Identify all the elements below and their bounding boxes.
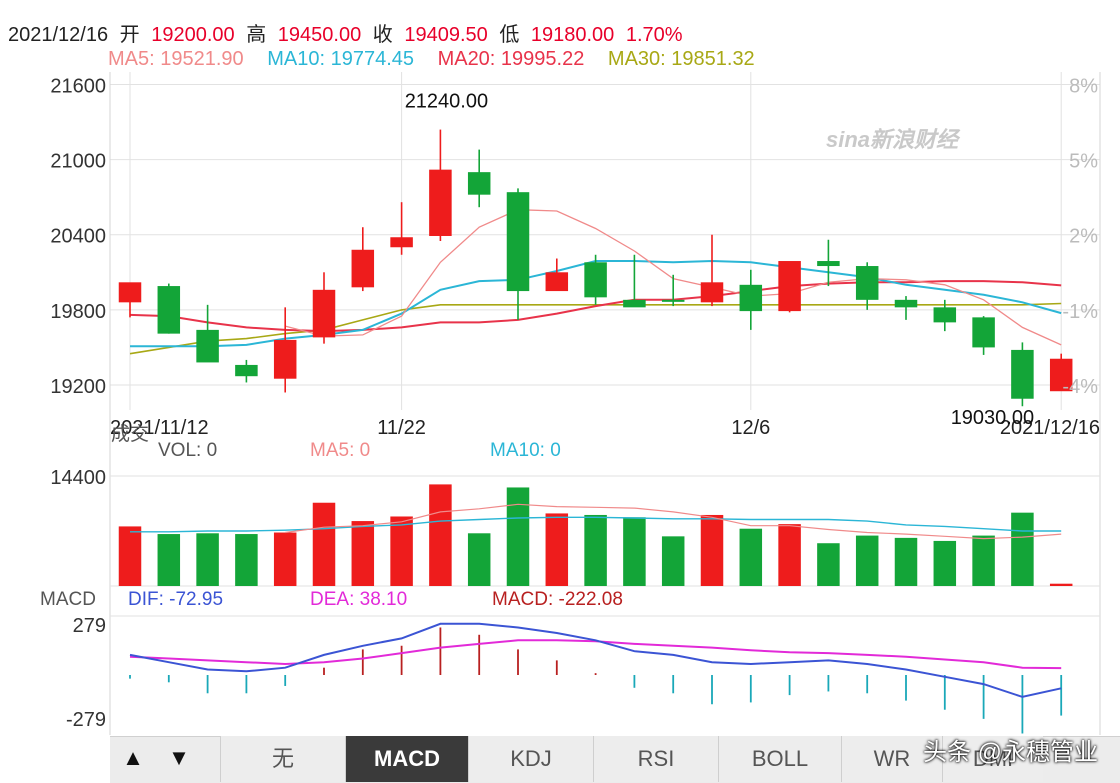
- tab-macd[interactable]: MACD: [345, 736, 468, 782]
- volume-bar: [623, 517, 646, 586]
- volume-bar: [894, 537, 918, 586]
- dea-legend: DEA: 38.10: [310, 589, 407, 610]
- y-tick-label-right: 2%: [1069, 226, 1098, 248]
- candle-body: [390, 237, 413, 248]
- axis-labels: 21600 8%21000 5%20400 2%19800 -1%19200 -4%202…: [50, 76, 1100, 731]
- dea-line: [129, 639, 1062, 670]
- volume-bar: [584, 514, 607, 586]
- candle-body: [467, 172, 491, 195]
- macd-tick-label: -279: [66, 709, 106, 731]
- volume-bar: [700, 514, 724, 586]
- scroll-up-button[interactable]: ▲: [110, 736, 156, 780]
- macd-title: MACD: [40, 589, 96, 610]
- tab-boll[interactable]: BOLL: [718, 736, 841, 782]
- y-tick-label-right: 8%: [1069, 76, 1098, 98]
- volume-bar: [545, 513, 569, 586]
- candle-body: [118, 282, 142, 303]
- tab-rsi[interactable]: RSI: [593, 736, 718, 782]
- candle-body: [312, 289, 336, 338]
- volume-bar: [817, 543, 840, 586]
- volume-bar: [778, 524, 801, 586]
- candle-body: [429, 169, 452, 236]
- vol-legend: VOL: 0: [158, 440, 217, 461]
- y-tick-label: 19200: [50, 376, 106, 398]
- dif-line: [129, 622, 1062, 698]
- min-price-label: 19030.00: [951, 407, 1034, 429]
- candle-body: [972, 317, 995, 348]
- x-tick-label: 12/6: [731, 417, 770, 439]
- candle-body: [506, 192, 530, 292]
- volume-bar: [467, 533, 491, 586]
- volume-bar: [506, 487, 530, 586]
- volume-bar: [351, 521, 375, 586]
- candle-body: [739, 284, 763, 312]
- macd-tick-label: 279: [73, 615, 106, 637]
- volume-bar: [312, 502, 336, 586]
- candle-body: [584, 262, 607, 298]
- volume-bar: [933, 540, 957, 586]
- volume-bar: [1011, 512, 1034, 586]
- volume-bar: [157, 534, 181, 586]
- grid: [109, 72, 1101, 735]
- candle-body: [545, 272, 569, 292]
- volume-bar: [1049, 583, 1073, 586]
- volume-bar: [855, 535, 879, 586]
- volume-panel: [118, 484, 1073, 586]
- volume-bar: [661, 536, 685, 586]
- volume-bar: [196, 533, 219, 586]
- y-tick-label-right: -1%: [1062, 301, 1098, 323]
- candle-body: [661, 299, 685, 302]
- max-price-label: 21240.00: [405, 91, 488, 113]
- tab-kdj[interactable]: KDJ: [468, 736, 593, 782]
- y-tick-label: 21000: [50, 151, 106, 173]
- vol-ma5-legend: MA5: 0: [310, 440, 370, 461]
- tab-none[interactable]: 无: [220, 736, 345, 782]
- volume-bar: [739, 528, 763, 586]
- candle-body: [894, 299, 918, 308]
- corner-watermark: 头条 @永穗管业: [922, 739, 1098, 766]
- candle-body: [351, 249, 375, 288]
- candle-body: [933, 307, 957, 323]
- candle-body: [273, 339, 297, 379]
- dif-legend: DIF: -72.95: [128, 589, 223, 610]
- volume-bar: [235, 534, 258, 586]
- candle-body: [700, 282, 724, 303]
- volume-bar: [390, 516, 413, 586]
- candle-body: [817, 261, 840, 267]
- y-tick-label-right: -4%: [1062, 376, 1098, 398]
- chart-canvas: 21600 8%21000 5%20400 2%19800 -1%19200 -4%202…: [40, 72, 1101, 735]
- y-tick-label: 21600: [50, 76, 106, 98]
- candle-body: [235, 364, 258, 377]
- candle-body: [855, 266, 879, 300]
- candle-body: [157, 286, 181, 334]
- scroll-down-button[interactable]: ▼: [156, 736, 202, 780]
- vol-ma10-legend: MA10: 0: [490, 440, 561, 461]
- vol-tick-label: 14400: [50, 467, 106, 489]
- vol-title: 成交: [111, 423, 149, 445]
- candle-body: [196, 329, 219, 363]
- volume-bar: [273, 532, 297, 586]
- candle-body: [778, 261, 801, 312]
- y-tick-label: 19800: [50, 301, 106, 323]
- y-tick-label-right: 5%: [1069, 151, 1098, 173]
- y-tick-label: 20400: [50, 226, 106, 248]
- macd-panel: [129, 622, 1063, 734]
- macd-legend: MACD: -222.08: [492, 589, 623, 610]
- volume-bar: [118, 526, 142, 586]
- price-panel: [118, 129, 1073, 407]
- candle-body: [623, 299, 646, 308]
- volume-bar: [972, 535, 995, 586]
- x-tick-label: 11/22: [377, 417, 426, 439]
- candle-body: [1011, 349, 1034, 399]
- volume-bar: [429, 484, 452, 586]
